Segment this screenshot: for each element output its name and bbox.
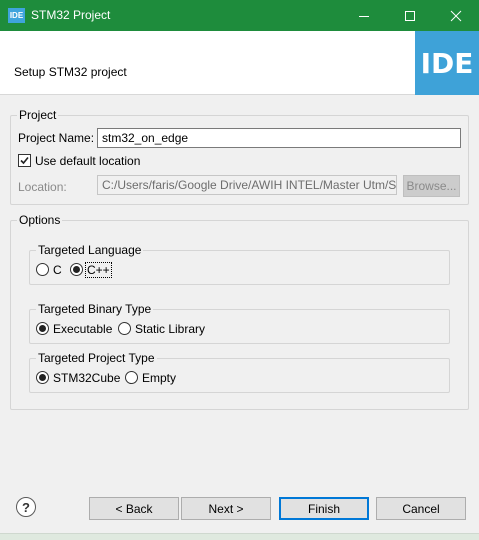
binary-static-library-radio[interactable] (118, 322, 131, 335)
project-name-input[interactable]: stm32_on_edge (97, 128, 461, 148)
maximize-button[interactable] (387, 0, 433, 31)
binary-executable-radio[interactable] (36, 322, 49, 335)
options-group-label: Options (17, 213, 63, 227)
ide-logo: IDE (415, 31, 479, 95)
project-name-label: Project Name: (18, 131, 95, 145)
finish-button[interactable]: Finish (279, 497, 369, 520)
back-button[interactable]: < Back (89, 497, 179, 520)
language-c-label: C (53, 263, 62, 277)
location-input[interactable]: C:/Users/faris/Google Drive/AWIH INTEL/M… (97, 175, 397, 195)
wizard-page-title: Setup STM32 project (14, 65, 127, 79)
binary-type-group-label: Targeted Binary Type (36, 302, 154, 316)
project-type-group-label: Targeted Project Type (36, 351, 157, 365)
project-type-stm32cube-radio[interactable] (36, 371, 49, 384)
use-default-location-label: Use default location (35, 154, 141, 168)
binary-static-library-label: Static Library (135, 322, 206, 336)
language-cpp-label: C++ (87, 263, 110, 277)
binary-executable-label: Executable (53, 322, 113, 336)
project-type-stm32cube-label: STM32Cube (53, 371, 121, 385)
use-default-location-checkbox[interactable] (18, 154, 31, 167)
minimize-icon (359, 15, 369, 17)
language-c-radio[interactable] (36, 263, 49, 276)
title-bar[interactable]: IDE STM32 Project (0, 0, 479, 31)
project-group-label: Project (17, 108, 59, 122)
close-icon (450, 10, 462, 21)
window-title: STM32 Project (31, 8, 111, 22)
maximize-icon (405, 10, 415, 21)
language-cpp-radio[interactable] (70, 263, 83, 276)
window-bottom-edge (0, 533, 479, 540)
location-label: Location: (18, 180, 67, 194)
next-button[interactable]: Next > (181, 497, 271, 520)
project-type-empty-label: Empty (142, 371, 177, 385)
project-type-empty-radio[interactable] (125, 371, 138, 384)
close-button[interactable] (433, 0, 479, 31)
app-icon: IDE (8, 8, 25, 23)
checkmark-icon (20, 156, 29, 165)
cancel-button[interactable]: Cancel (376, 497, 466, 520)
minimize-button[interactable] (341, 0, 387, 31)
wizard-header: Setup STM32 project IDE (0, 31, 479, 95)
help-icon[interactable]: ? (16, 497, 36, 517)
language-group-label: Targeted Language (36, 243, 144, 257)
browse-button[interactable]: Browse... (403, 175, 460, 197)
